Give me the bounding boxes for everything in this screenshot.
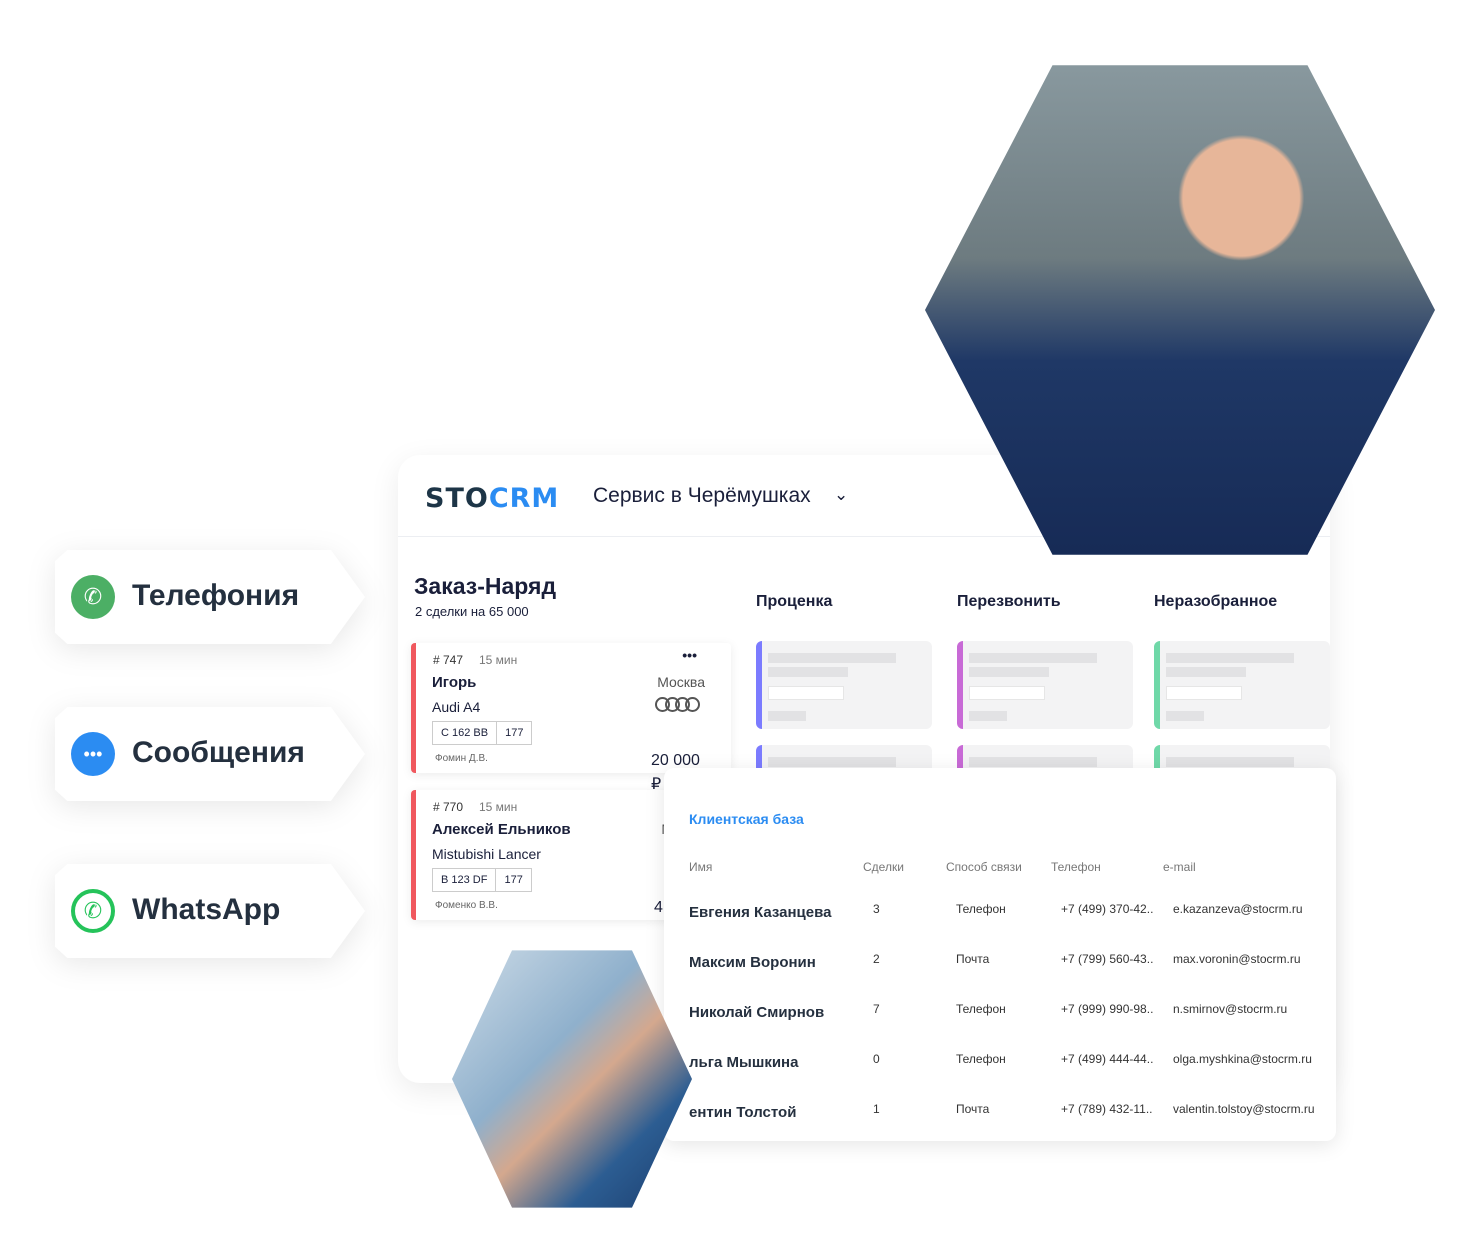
phone: +7 (799) 560-43.. xyxy=(1061,952,1154,966)
phone: +7 (499) 370-42.. xyxy=(1061,902,1154,916)
deal-number: # 747 xyxy=(433,653,464,667)
logo: STOCRM xyxy=(425,483,560,514)
contact-method: Почта xyxy=(956,1102,990,1116)
contact-method: Почта xyxy=(956,952,990,966)
panel-title: Клиентская база xyxy=(689,811,804,827)
manager: Фомин Д.В. xyxy=(435,753,488,764)
feature-messages: ••• Сообщения xyxy=(55,707,365,801)
client-name: Игорь xyxy=(432,674,477,691)
feature-telephony: ✆ Телефония xyxy=(55,550,365,644)
license-plate: С 162 ВВ 177 xyxy=(432,721,533,745)
city: Москва xyxy=(657,674,705,690)
email: olga.myshkina@stocrm.ru xyxy=(1173,1052,1312,1066)
client-name[interactable]: Николай Смирнов xyxy=(689,1004,824,1021)
client-base-panel: Клиентская база Имя Сделки Способ связи Тел… xyxy=(664,768,1336,1141)
email: valentin.tolstoy@stocrm.ru xyxy=(1173,1102,1315,1116)
email: max.voronin@stocrm.ru xyxy=(1173,952,1301,966)
column-header: Имя xyxy=(689,860,713,874)
deal-time: 15 мин xyxy=(479,800,518,814)
car-model: Audi A4 xyxy=(432,699,481,715)
deals-count: 1 xyxy=(873,1102,880,1116)
deals-count: 2 xyxy=(873,952,880,966)
more-icon[interactable]: ••• xyxy=(682,647,697,663)
feature-label: Телефония xyxy=(132,579,300,612)
client-name[interactable]: льга Мышкина xyxy=(689,1054,798,1071)
feature-label: Сообщения xyxy=(132,736,305,769)
chevron-down-icon[interactable]: ⌄ xyxy=(834,485,848,505)
column-title: Проценка xyxy=(756,593,833,610)
deals-count: 7 xyxy=(873,1002,880,1016)
car-model: Mistubishi Lancer xyxy=(432,846,541,862)
column-title: Неразобранное xyxy=(1154,593,1278,610)
chat-bubble-icon: ••• xyxy=(71,732,115,776)
contact-method: Телефон xyxy=(956,1052,1006,1066)
deals-count: 3 xyxy=(873,902,880,916)
email: e.kazanzeva@stocrm.ru xyxy=(1173,902,1303,916)
manager: Фоменко В.В. xyxy=(435,900,498,911)
client-name[interactable]: Евгения Казанцева xyxy=(689,904,831,921)
plate-region: 177 xyxy=(495,869,530,891)
deals-count: 0 xyxy=(873,1052,880,1066)
email: n.smirnov@stocrm.ru xyxy=(1173,1002,1288,1016)
column-header: Телефон xyxy=(1051,860,1101,874)
plate-region: 177 xyxy=(496,722,531,744)
license-plate: В 123 DF 177 xyxy=(432,868,532,892)
branch-selector[interactable]: Сервис в Черёмушках xyxy=(593,484,811,508)
deal-time: 15 мин xyxy=(479,653,518,667)
column-summary: 2 сделки на 65 000 xyxy=(415,604,529,619)
column-header: Способ связи xyxy=(946,860,1022,874)
contact-method: Телефон xyxy=(956,902,1006,916)
deal-number: # 770 xyxy=(433,800,464,814)
deal-card[interactable]: # 747 15 мин ••• Игорь Audi A4 Москва С … xyxy=(411,643,731,793)
feature-whatsapp: ✆ WhatsApp xyxy=(55,864,365,958)
placeholder-card xyxy=(756,641,932,729)
client-name[interactable]: Максим Воронин xyxy=(689,954,816,971)
client-name: Алексей Ельников xyxy=(432,821,571,838)
feature-label: WhatsApp xyxy=(132,893,281,926)
whatsapp-icon: ✆ xyxy=(71,889,115,933)
phone: +7 (499) 444-44.. xyxy=(1061,1052,1154,1066)
plate-number: С 162 ВВ xyxy=(441,727,489,739)
phone: +7 (789) 432-11.. xyxy=(1061,1102,1153,1116)
client-name[interactable]: ентин Толстой xyxy=(689,1104,796,1121)
placeholder-card xyxy=(957,641,1133,729)
column-header: e-mail xyxy=(1163,860,1196,874)
column-header: Сделки xyxy=(863,860,904,874)
audi-logo-icon xyxy=(655,697,700,712)
contact-method: Телефон xyxy=(956,1002,1006,1016)
phone-icon: ✆ xyxy=(71,575,115,619)
phone: +7 (999) 990-98.. xyxy=(1061,1002,1154,1016)
placeholder-card xyxy=(1154,641,1330,729)
plate-number: В 123 DF xyxy=(441,874,488,886)
column-title: Перезвонить xyxy=(957,593,1061,610)
column-title: Заказ-Наряд xyxy=(414,573,557,599)
